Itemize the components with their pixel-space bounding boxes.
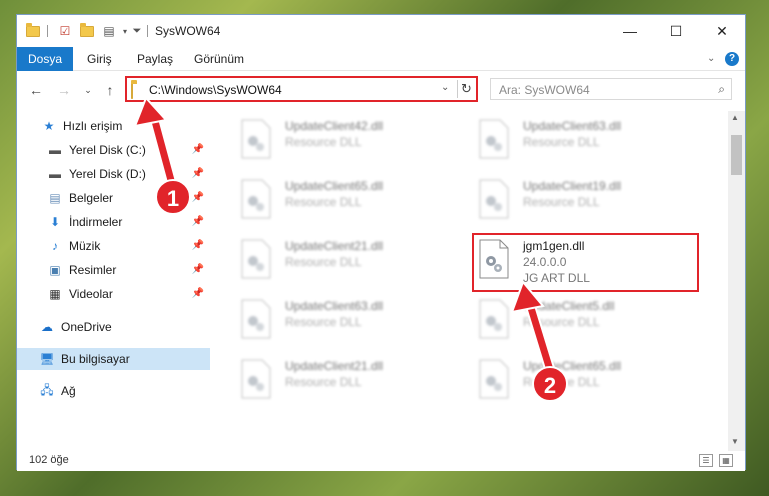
callout-2: 2 [532,366,568,402]
callout-1: 1 [155,179,191,215]
annotation-arrows [133,96,556,372]
arrow-2 [510,280,556,372]
arrow-1 [133,96,178,186]
